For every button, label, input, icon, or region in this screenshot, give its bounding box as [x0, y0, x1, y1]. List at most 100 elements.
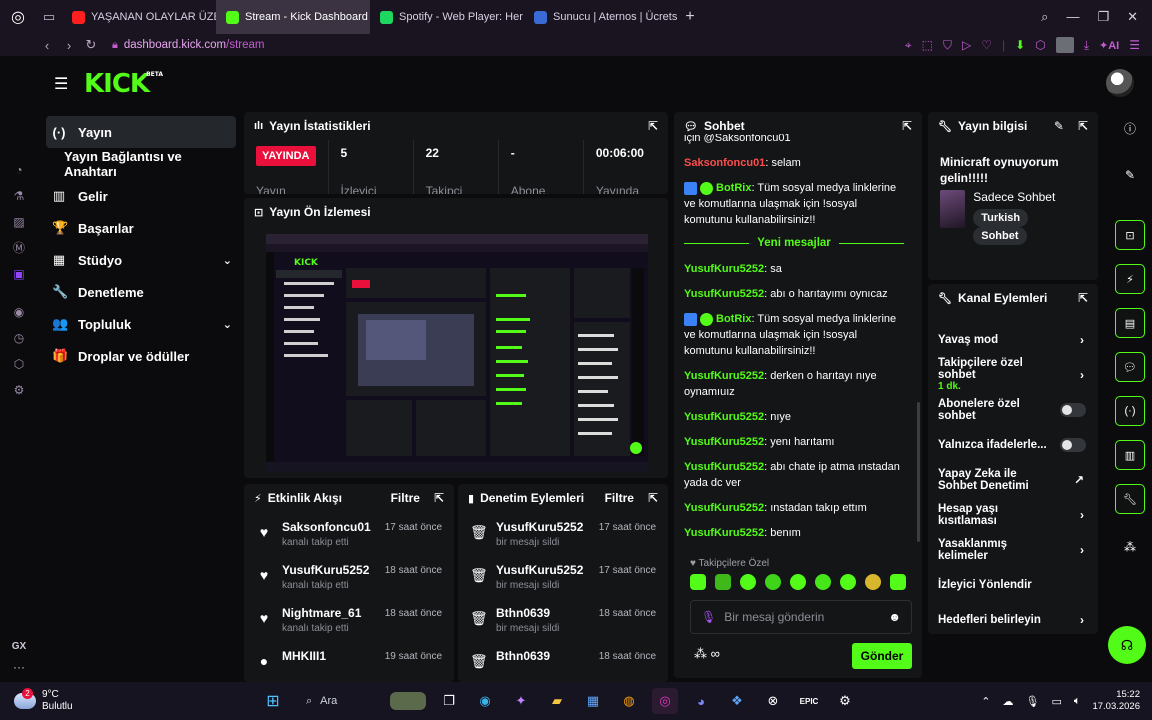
chat-message[interactable]: YusufKuru5252: derken o harıtayı nıye oy… — [684, 368, 904, 400]
external-link-icon[interactable]: ↗ — [1074, 473, 1084, 487]
moderation-item[interactable]: 🗑︎ Bthn0639 bir mesajı sildi 18 saat önce — [458, 598, 668, 641]
close-icon[interactable]: ✕ — [1127, 9, 1138, 25]
more-icon[interactable]: ··· — [13, 660, 25, 674]
nav-item[interactable]: ▥ Gelir — [46, 180, 236, 212]
chevron-right-icon[interactable]: › — [1080, 508, 1084, 522]
url-field[interactable]: 🔒︎ dashboard.kick.com/stream — [112, 39, 264, 52]
stream-preview-video[interactable]: KICK — [266, 234, 648, 472]
nav-item[interactable]: 👥 Topluluk ⌄ — [46, 308, 236, 340]
reload-icon[interactable]: ↻ — [80, 37, 102, 53]
username[interactable]: YusufKuru5252 — [282, 563, 369, 577]
emote[interactable] — [790, 574, 806, 590]
chat-username[interactable]: YusufKuru5252 — [684, 502, 764, 514]
history-icon[interactable]: ◷ — [11, 330, 27, 346]
start-icon[interactable]: ⊞ — [260, 688, 286, 714]
popout-icon[interactable]: ⇱ — [648, 491, 658, 505]
new-tab-button[interactable]: + — [678, 8, 702, 26]
emote[interactable] — [740, 574, 756, 590]
nav-item[interactable]: Yayın Bağlantısı ve Anahtarı — [46, 148, 236, 180]
taskbar-search[interactable]: ⌕ Ara — [296, 688, 426, 714]
chevron-right-icon[interactable]: › — [1080, 543, 1084, 557]
category-thumbnail[interactable] — [940, 190, 966, 228]
activity-item[interactable]: ● MHKIII1 19 saat önce — [244, 641, 454, 682]
chat-message[interactable]: YusufKuru5252: ınstadan takıp ettım — [684, 500, 904, 516]
speed-dial-icon[interactable]: ◔ — [11, 162, 27, 178]
pin-icon[interactable]: ⌖ — [905, 38, 912, 53]
popout-icon[interactable]: ⇱ — [434, 491, 444, 505]
activity-item[interactable]: ♥ Nightmare_61 kanalı takip etti 18 saat ön… — [244, 598, 454, 641]
moderation-toggle-icon[interactable]: ▤ — [1115, 308, 1145, 338]
channel-action-item[interactable]: Yasaklanmış kelimeler › — [928, 532, 1098, 567]
tag[interactable]: Turkish — [973, 209, 1029, 227]
info-icon[interactable]: ⓘ — [1115, 117, 1145, 139]
user-avatar[interactable] — [1106, 69, 1134, 97]
stats-toggle-icon[interactable]: ▥ — [1115, 440, 1145, 470]
stream-category[interactable]: Sadece Sohbet — [973, 190, 1086, 204]
chevron-right-icon[interactable]: › — [1080, 333, 1084, 347]
menu-icon[interactable]: ☰ — [54, 74, 70, 94]
nav-item[interactable]: ▦ Stüdyo ⌄ — [46, 244, 236, 276]
moderation-item[interactable]: 🗑︎ YusufKuru5252 bir mesajı sildi 17 saat ö… — [458, 512, 668, 555]
mic-icon[interactable]: 🎙︎ — [1025, 695, 1039, 708]
clock[interactable]: 15:22 17.03.2026 — [1092, 689, 1140, 713]
chevron-down-icon[interactable]: ⌄ — [223, 254, 232, 267]
popout-icon[interactable]: ⇱ — [648, 119, 658, 133]
player-icon[interactable]: ◉ — [11, 304, 27, 320]
add-widget-icon[interactable]: ⁂ — [1115, 536, 1145, 558]
back-icon[interactable]: ‹ — [36, 38, 58, 53]
browser-tab[interactable]: Stream - Kick Dashboard — [216, 0, 370, 34]
edge-icon[interactable]: ◉ — [472, 688, 498, 714]
discord-icon[interactable]: ◕ — [688, 688, 714, 714]
chevron-down-icon[interactable]: ⌄ — [223, 318, 232, 331]
chat-username[interactable]: YusufKuru5252 — [684, 527, 764, 539]
chat-message[interactable]: YusufKuru5252: sa — [684, 261, 904, 277]
filter-button[interactable]: Filtre — [605, 491, 634, 505]
toggle-switch[interactable] — [1060, 437, 1086, 452]
aria-ai-button[interactable]: ✦AI — [1099, 39, 1119, 52]
chat-scrollbar[interactable] — [917, 402, 920, 542]
username[interactable]: Nightmare_61 — [282, 606, 361, 620]
browser-tab[interactable]: Sunucu | Aternos | Ücretsi — [524, 0, 678, 34]
browser-tab[interactable]: YAŞANAN OLAYLAR ÜZER — [62, 0, 216, 34]
username[interactable]: Saksonfoncu01 — [282, 520, 371, 534]
toggle-switch[interactable] — [1060, 402, 1086, 417]
preview-toggle-icon[interactable]: ⊡ — [1115, 220, 1145, 250]
emote[interactable] — [690, 574, 706, 590]
chat-username[interactable]: BotRix — [716, 313, 751, 325]
chat-message[interactable]: Saksonfoncu01: selam — [684, 155, 904, 171]
nav-item[interactable]: 🏆 Başarılar — [46, 212, 236, 244]
emote[interactable] — [715, 574, 731, 590]
popout-icon[interactable]: ⇱ — [902, 119, 912, 133]
opera-logo-icon[interactable]: ◎ — [0, 0, 36, 34]
minimize-icon[interactable]: — — [1066, 9, 1079, 25]
emoji-icon[interactable]: ☻ — [888, 610, 901, 624]
download-arrow-icon[interactable]: ⬇ — [1015, 38, 1025, 52]
channel-action-item[interactable]: İzleyici Yönlendir — [928, 567, 1098, 602]
moderation-item[interactable]: 🗑︎ YusufKuru5252 bir mesajı sildi 17 saat ö… — [458, 555, 668, 598]
easy-setup-icon[interactable]: ☰ — [1129, 38, 1140, 52]
emote[interactable] — [865, 574, 881, 590]
nav-item[interactable]: 🎁 Droplar ve ödüller — [46, 340, 236, 372]
chat-username[interactable]: Saksonfoncu01 — [684, 157, 765, 169]
channel-action-item[interactable]: Hesap yaşı kısıtlaması › — [928, 497, 1098, 532]
chat-message[interactable]: YusufKuru5252: abı chate ip atma ınstada… — [684, 459, 904, 491]
store-icon[interactable]: ▦ — [580, 688, 606, 714]
xbox-icon[interactable]: ⊗ — [760, 688, 786, 714]
settings-icon[interactable]: ⚙ — [11, 382, 27, 398]
shield-icon[interactable]: ⛉ — [943, 38, 952, 53]
chat-username[interactable]: YusufKuru5252 — [684, 288, 764, 300]
username[interactable]: MHKIII1 — [282, 649, 326, 663]
edit-icon[interactable]: ✎ — [1054, 119, 1064, 133]
profile-icon[interactable] — [1055, 37, 1074, 53]
app-icon[interactable]: ❖ — [724, 688, 750, 714]
chat-message[interactable]: YusufKuru5252: yenı harıtamı — [684, 434, 904, 450]
chat-message[interactable]: YusufKuru5252: nıye — [684, 409, 904, 425]
play-icon[interactable]: ▷ — [962, 38, 971, 52]
username[interactable]: Bthn0639 — [496, 606, 559, 620]
kick-logo[interactable]: KICK BETA — [84, 69, 163, 99]
nav-item[interactable]: (·) Yayın — [46, 116, 236, 148]
activity-item[interactable]: ♥ Saksonfoncu01 kanalı takip etti 17 saat ö… — [244, 512, 454, 555]
edit-rail-icon[interactable]: ✎ — [1115, 164, 1145, 186]
actions-toggle-icon[interactable]: 🔧︎ — [1115, 484, 1145, 514]
chat-message[interactable]: BotRix: Tüm sosyal medya linklerine ve k… — [684, 311, 904, 359]
